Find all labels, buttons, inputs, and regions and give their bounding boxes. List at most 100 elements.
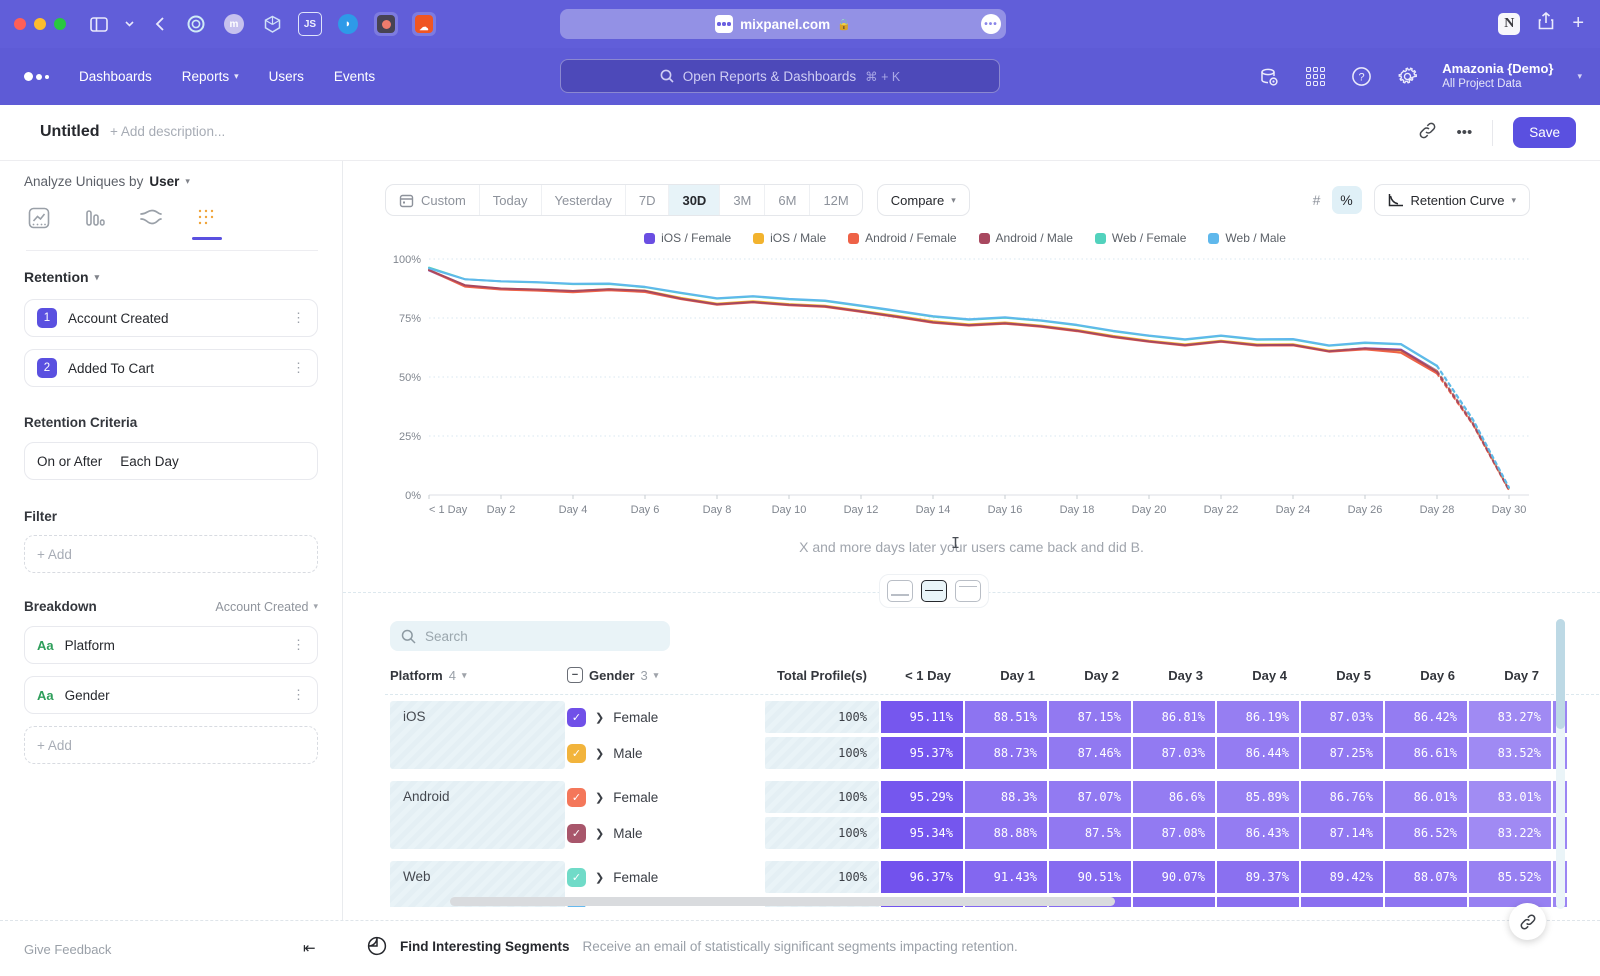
retention-line-chart[interactable]: 100%75%50%25%0%< 1 DayDay 2Day 4Day 6Day… (385, 249, 1545, 540)
retention-value-cell[interactable]: 86.19% (1217, 701, 1299, 733)
close-window-button[interactable] (14, 18, 26, 30)
retention-value-cell[interactable]: 90.07% (1133, 861, 1215, 893)
range-today[interactable]: Today (480, 185, 542, 215)
bird-extension-icon[interactable]: ◗ (336, 12, 360, 36)
retention-value-cell[interactable]: 95.34% (881, 817, 963, 849)
retention-value-cell[interactable]: 90.51% (1049, 861, 1131, 893)
split-view-button[interactable] (921, 580, 947, 602)
retention-value-cell[interactable]: 89.42% (1301, 861, 1383, 893)
retention-value-cell[interactable]: 86.44% (1217, 737, 1299, 769)
criteria-interval[interactable]: Each Day (120, 454, 179, 469)
kebab-menu-icon[interactable]: ⋮ (292, 310, 305, 326)
day-column-header[interactable]: Day 3 (1133, 668, 1215, 683)
breakdown-gender[interactable]: Aa Gender ⋮ (24, 676, 318, 714)
range-7d[interactable]: 7D (626, 185, 670, 215)
retention-step-1[interactable]: 1 Account Created ⋮ (24, 299, 318, 337)
tab-insights[interactable] (26, 207, 52, 240)
sidebar-toggle-icon[interactable] (88, 13, 110, 35)
expand-row-icon[interactable]: ❯ (595, 871, 604, 884)
retention-value-cell[interactable]: 83.52% (1469, 737, 1551, 769)
settings-gear-icon[interactable] (1396, 66, 1418, 88)
give-feedback-link[interactable]: Give Feedback (24, 942, 111, 957)
retention-value-cell[interactable]: 83.27% (1469, 701, 1551, 733)
analyze-value-dropdown[interactable]: User (149, 174, 179, 189)
add-description-button[interactable]: + Add description... (110, 124, 225, 139)
range-custom[interactable]: Custom (386, 185, 480, 215)
range-yesterday[interactable]: Yesterday (542, 185, 626, 215)
retention-value-cell[interactable]: 88.3% (965, 781, 1047, 813)
horizontal-scrollbar[interactable] (450, 897, 1115, 906)
add-filter-button[interactable]: + Add (24, 535, 318, 573)
retention-value-cell[interactable]: 87.15% (1049, 701, 1131, 733)
day-column-header[interactable]: < 1 Day (881, 668, 963, 683)
retention-value-cell[interactable]: 86.81% (1133, 701, 1215, 733)
breakdown-platform[interactable]: Aa Platform ⋮ (24, 626, 318, 664)
red-dot-extension-icon[interactable] (374, 12, 398, 36)
retention-step-2[interactable]: 2 Added To Cart ⋮ (24, 349, 318, 387)
legend-item[interactable]: Android / Female (848, 231, 956, 245)
expand-row-icon[interactable]: ❯ (595, 907, 604, 908)
legend-item[interactable]: Web / Female (1095, 231, 1186, 245)
chevron-down-icon[interactable] (124, 13, 134, 35)
absolute-mode-button[interactable]: # (1302, 186, 1332, 214)
retention-value-cell[interactable]: 95.29% (881, 781, 963, 813)
retention-section-header[interactable]: Retention▾ (24, 269, 318, 285)
retention-value-cell[interactable]: 88.51% (965, 701, 1047, 733)
retention-value-cell[interactable]: 95.11% (881, 701, 963, 733)
cloud-extension-icon[interactable]: ☁ (412, 12, 436, 36)
range-12m[interactable]: 12M (810, 185, 861, 215)
legend-item[interactable]: iOS / Male (753, 231, 826, 245)
zoom-window-button[interactable] (54, 18, 66, 30)
segment-checkbox[interactable]: ✓ (567, 708, 586, 727)
day-column-header[interactable]: Day 2 (1049, 668, 1131, 683)
new-tab-icon[interactable]: + (1572, 12, 1584, 35)
day-column-header[interactable]: Day 1 (965, 668, 1047, 683)
m-avatar-extension-icon[interactable]: m (222, 12, 246, 36)
window-controls[interactable] (14, 18, 66, 30)
retention-value-cell[interactable]: 95.37% (881, 737, 963, 769)
range-30d-active[interactable]: 30D (669, 185, 720, 215)
retention-value-cell[interactable]: 87.03% (1301, 701, 1383, 733)
nav-events[interactable]: Events (334, 69, 375, 84)
more-options-icon[interactable]: ••• (1456, 124, 1472, 141)
save-button[interactable]: Save (1513, 117, 1576, 148)
retention-value-cell[interactable]: 87.03% (1133, 737, 1215, 769)
day-column-header[interactable]: Day 6 (1385, 668, 1467, 683)
data-management-icon[interactable] (1258, 66, 1280, 88)
legend-item[interactable]: Web / Male (1208, 231, 1285, 245)
retention-value-cell[interactable]: 89.5% (1217, 897, 1299, 907)
retention-value-cell[interactable]: 85.89% (1217, 781, 1299, 813)
total-column-header[interactable]: Total Profile(s) (765, 668, 879, 683)
retention-value-cell[interactable]: 87.25% (1301, 737, 1383, 769)
apps-grid-icon[interactable] (1304, 66, 1326, 88)
add-breakdown-button[interactable]: + Add (24, 726, 318, 764)
criteria-operator[interactable]: On or After (37, 454, 102, 469)
nav-reports[interactable]: Reports▾ (182, 69, 239, 84)
retention-value-cell[interactable]: 88.73% (965, 737, 1047, 769)
kebab-menu-icon[interactable]: ⋮ (292, 687, 305, 703)
retention-value-cell[interactable]: 86.01% (1385, 781, 1467, 813)
breakdown-event-dropdown[interactable]: Account Created▾ (215, 600, 318, 614)
retention-value-cell[interactable]: 86.61% (1385, 737, 1467, 769)
help-icon[interactable]: ? (1350, 66, 1372, 88)
vertical-scrollbar[interactable] (1556, 619, 1565, 909)
expand-row-icon[interactable]: ❯ (595, 747, 604, 760)
kebab-menu-icon[interactable]: ⋮ (292, 360, 305, 376)
segment-checkbox[interactable]: ✓ (567, 744, 586, 763)
report-title[interactable]: Untitled (40, 123, 100, 141)
share-icon[interactable] (1538, 12, 1554, 35)
retention-value-cell[interactable]: 90.2% (1133, 897, 1215, 907)
share-link-floating-button[interactable] (1509, 903, 1546, 940)
retention-value-cell[interactable]: 88.07% (1385, 861, 1467, 893)
day-column-header[interactable]: Day 5 (1301, 668, 1383, 683)
percent-mode-button[interactable]: % (1332, 186, 1362, 214)
range-6m[interactable]: 6M (765, 185, 810, 215)
retention-value-cell[interactable]: 87.08% (1133, 817, 1215, 849)
kebab-menu-icon[interactable]: ⋮ (292, 637, 305, 653)
day-column-header[interactable]: Day 4 (1217, 668, 1299, 683)
retention-value-cell[interactable]: 86.76% (1301, 781, 1383, 813)
url-bar[interactable]: mixpanel.com 🔒 ••• (560, 9, 1006, 39)
select-all-checkbox[interactable]: − (567, 667, 583, 683)
tab-retention-active[interactable] (194, 207, 220, 240)
legend-item[interactable]: iOS / Female (644, 231, 731, 245)
